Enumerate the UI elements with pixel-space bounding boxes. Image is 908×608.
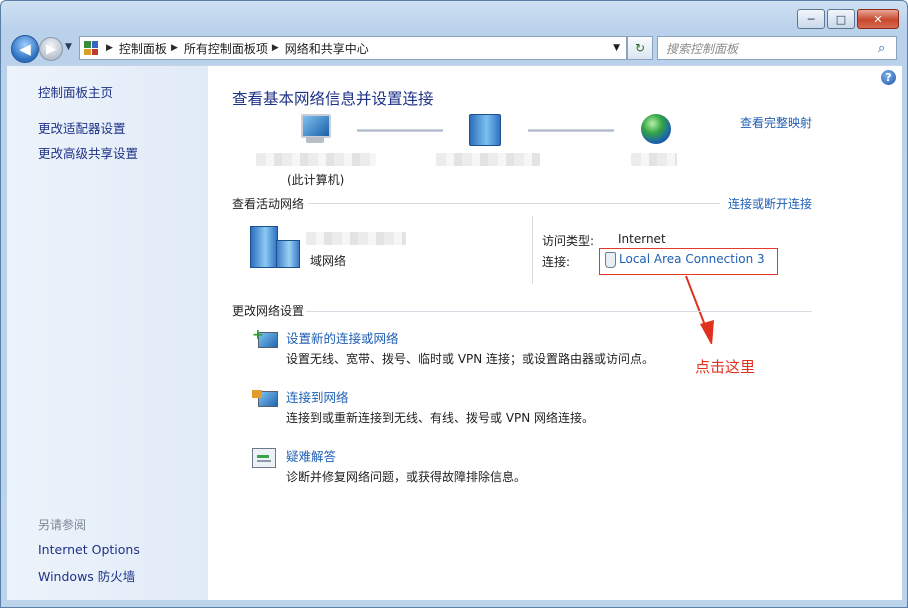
new-connection-icon: + (252, 327, 278, 351)
search-icon[interactable]: ⌕ (878, 41, 896, 56)
annotation-arrow-icon (685, 275, 714, 344)
vertical-divider (532, 216, 533, 284)
redacted-domain-name (306, 232, 406, 245)
domain-network-icon (250, 226, 302, 270)
control-panel-icon (84, 41, 98, 55)
refresh-button[interactable]: ↻ (627, 36, 653, 60)
page-title: 查看基本网络信息并设置连接 (232, 90, 434, 108)
connection-line (528, 129, 614, 132)
redacted-internet-name (631, 153, 677, 166)
sidebar: 控制面板主页 更改适配器设置 更改高级共享设置 另请参阅 Internet Op… (7, 65, 208, 600)
forward-arrow-icon: ▶ (46, 41, 56, 57)
back-arrow-icon: ◀ (19, 40, 31, 58)
breadcrumb-control-panel[interactable]: 控制面板 (119, 40, 167, 57)
navigation-bar: ◀ ▶ ▼ ▶ 控制面板 ▶ 所有控制面板项 ▶ 网络和共享中心 ▼ ↻ 搜索控… (7, 33, 901, 63)
address-bar[interactable]: ▶ 控制面板 ▶ 所有控制面板项 ▶ 网络和共享中心 ▼ (79, 36, 627, 60)
redacted-network-name (436, 153, 540, 166)
task-troubleshoot[interactable]: 疑难解答 (286, 446, 336, 465)
network-type: 域网络 (310, 254, 347, 268)
task-troubleshoot-desc: 诊断并修复网络问题，或获得故障排除信息。 (286, 470, 527, 484)
access-type-value: Internet (618, 232, 666, 246)
ethernet-connection-icon (605, 252, 616, 268)
back-button[interactable]: ◀ (11, 35, 39, 63)
task-new-connection[interactable]: 设置新的连接或网络 (286, 328, 399, 347)
search-box[interactable]: 搜索控制面板 ⌕ (657, 36, 897, 60)
connection-line (357, 129, 443, 132)
internet-globe-icon (641, 114, 671, 144)
search-input[interactable]: 搜索控制面板 (658, 40, 878, 57)
caption-buttons: ─ □ ✕ (797, 9, 899, 29)
window: ─ □ ✕ ◀ ▶ ▼ ▶ 控制面板 ▶ 所有控制面板项 ▶ 网络和共享中心 ▼… (0, 0, 908, 608)
sidebar-item-firewall[interactable]: Windows 防火墙 (38, 566, 135, 585)
help-icon[interactable]: ? (881, 70, 896, 85)
computer-icon (297, 114, 331, 146)
troubleshoot-icon (250, 446, 276, 468)
refresh-icon: ↻ (634, 41, 646, 55)
task-connect-network[interactable]: 连接到网络 (286, 387, 349, 406)
breadcrumb-separator-icon[interactable]: ▶ (106, 43, 113, 53)
close-button[interactable]: ✕ (857, 9, 899, 29)
connections-label: 连接: (542, 255, 571, 269)
breadcrumb-separator-icon[interactable]: ▶ (272, 43, 279, 53)
breadcrumb-all-items[interactable]: 所有控制面板项 (184, 40, 268, 57)
recent-pages-dropdown[interactable]: ▼ (65, 42, 72, 52)
this-computer-label: (此计算机) (287, 173, 345, 187)
connect-network-icon (252, 388, 278, 410)
sidebar-item-home[interactable]: 控制面板主页 (38, 82, 113, 101)
local-area-connection-link[interactable]: Local Area Connection 3 (619, 252, 765, 266)
divider (308, 203, 720, 204)
connect-disconnect-link[interactable]: 连接或断开连接 (728, 195, 812, 212)
change-settings-label: 更改网络设置 (232, 304, 305, 318)
maximize-button[interactable]: □ (827, 9, 855, 29)
see-also-heading: 另请参阅 (38, 518, 87, 532)
task-new-connection-desc: 设置无线、宽带、拨号、临时或 VPN 连接；或设置路由器或访问点。 (286, 352, 655, 366)
sidebar-item-internet-options[interactable]: Internet Options (38, 542, 140, 557)
redacted-computer-name (256, 153, 376, 166)
minimize-button[interactable]: ─ (797, 9, 825, 29)
access-type-label: 访问类型: (542, 234, 595, 248)
annotation-text: 点击这里 (695, 358, 756, 376)
view-full-map-link[interactable]: 查看完整映射 (740, 114, 812, 131)
network-icon (469, 114, 501, 146)
sidebar-item-advanced-sharing[interactable]: 更改高级共享设置 (38, 143, 138, 162)
divider (306, 311, 812, 312)
breadcrumb-separator-icon[interactable]: ▶ (171, 43, 178, 53)
task-connect-network-desc: 连接到或重新连接到无线、有线、拨号或 VPN 网络连接。 (286, 411, 595, 425)
main-content: ? 查看基本网络信息并设置连接 查看完整映射 (此计算机) 查看活动网络 连接或… (208, 65, 902, 600)
breadcrumb-network-center[interactable]: 网络和共享中心 (285, 40, 369, 57)
sidebar-item-adapter-settings[interactable]: 更改适配器设置 (38, 118, 126, 137)
forward-button[interactable]: ▶ (39, 37, 63, 61)
address-dropdown-icon[interactable]: ▼ (613, 43, 620, 53)
active-networks-label: 查看活动网络 (232, 197, 305, 211)
